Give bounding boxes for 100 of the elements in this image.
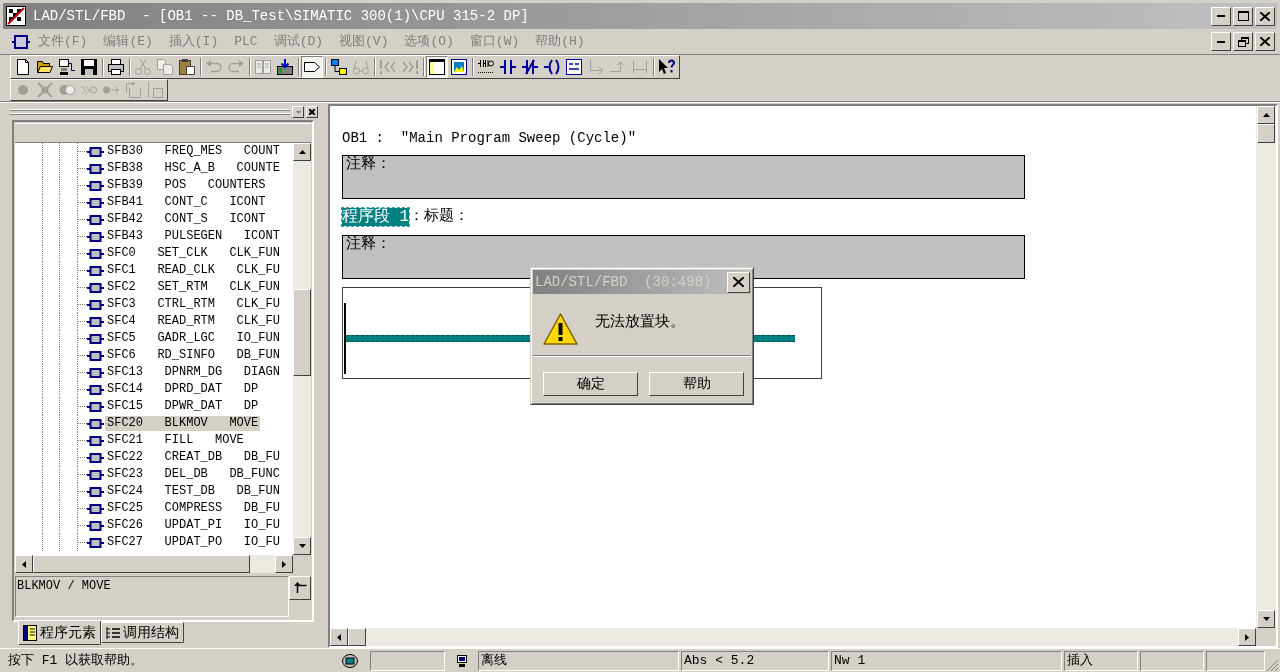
tree-item[interactable]: SFC4 READ_RTM CLK_FU	[105, 314, 282, 329]
tree-item[interactable]: SFC3 CTRL_RTM CLK_FU	[105, 297, 282, 312]
close-button[interactable]	[727, 271, 750, 293]
list-icon	[106, 625, 120, 640]
tree-item[interactable]: SFC27 UPDAT_PO IO_FU	[105, 535, 282, 550]
block-icon	[87, 333, 104, 344]
tree-item[interactable]: SFC23 DEL_DB DB_FUNC	[105, 467, 282, 482]
scroll-left-button[interactable]	[330, 628, 348, 646]
network-title: ：标题：	[409, 208, 470, 226]
restore-button[interactable]	[1233, 32, 1253, 51]
close-button[interactable]	[306, 106, 318, 118]
horizontal-scrollbar[interactable]	[330, 628, 1256, 646]
scroll-down-button[interactable]	[1257, 610, 1275, 628]
save-icon[interactable]	[81, 59, 97, 75]
coil-icon[interactable]	[544, 59, 560, 75]
tree-item[interactable]: SFC26 UPDAT_PI IO_FU	[105, 518, 282, 533]
block-icon	[87, 248, 104, 259]
vertical-scrollbar[interactable]	[1256, 106, 1276, 628]
scroll-up-button[interactable]	[293, 143, 311, 161]
block-icon	[87, 418, 104, 429]
tree-item[interactable]: SFC20 BLKMOV MOVE	[105, 416, 261, 431]
horizontal-scrollbar[interactable]	[15, 555, 293, 573]
close-button[interactable]	[1255, 32, 1275, 51]
help-pointer-icon[interactable]	[659, 59, 675, 75]
tree-item[interactable]: SFC13 DPNRM_DG DIAGN	[105, 365, 282, 380]
clipboard-icon[interactable]	[179, 59, 195, 75]
minimize-icon	[1217, 15, 1225, 17]
block-icon	[87, 435, 104, 446]
close-icon	[1260, 11, 1270, 21]
computer-icon[interactable]	[59, 59, 75, 75]
minimize-button[interactable]	[1211, 6, 1231, 26]
tree-item[interactable]: SFC6 RD_SINFO DB_FUN	[105, 348, 282, 363]
dialog-button[interactable]: 确定	[543, 372, 638, 396]
closed-contact-icon[interactable]	[522, 59, 538, 75]
tree-item[interactable]: SFC25 COMPRESS DB_FU	[105, 501, 282, 516]
scrollbar-thumb[interactable]	[348, 628, 366, 646]
folder-icon[interactable]	[37, 59, 53, 75]
minimize-icon	[1217, 40, 1225, 43]
panel-tab[interactable]: 调用结构	[101, 622, 184, 643]
caret-down-icon	[295, 110, 301, 114]
down-arrow-icon	[1262, 617, 1270, 621]
status-pane	[1206, 650, 1265, 671]
block-icon	[87, 214, 104, 225]
tree-item[interactable]: SFB38 HSC_A_B COUNTE	[105, 161, 282, 176]
new-file-icon[interactable]	[15, 59, 31, 75]
block-icon	[12, 34, 30, 49]
return-arrow-icon	[293, 582, 307, 594]
scrollbar-thumb[interactable]	[1257, 124, 1275, 143]
block-icon	[87, 197, 104, 208]
grip-handle[interactable]	[10, 109, 290, 115]
vertical-scrollbar[interactable]	[293, 143, 311, 555]
block-icon	[87, 469, 104, 480]
block-icon	[87, 503, 104, 514]
tree-item[interactable]: SFC24 TEST_DB DB_FUN	[105, 484, 282, 499]
scroll-right-button[interactable]	[1238, 628, 1256, 646]
tree-item[interactable]: SFB30 FREQ_MES COUNT	[105, 144, 282, 159]
jump-button[interactable]	[289, 576, 311, 600]
maximize-button[interactable]	[1233, 6, 1253, 26]
close-icon	[733, 277, 744, 287]
panel-tab[interactable]: 程序元素	[18, 621, 101, 645]
resize-grip-icon	[1267, 660, 1278, 671]
tree-item[interactable]: SFC14 DPRD_DAT DP	[105, 382, 261, 397]
tree-item[interactable]: SFC22 CREAT_DB DB_FU	[105, 450, 282, 465]
tree-item[interactable]: SFC5 GADR_LGC IO_FUN	[105, 331, 282, 346]
close-icon	[1260, 37, 1270, 46]
status-pane: 插入	[1064, 650, 1138, 671]
tree-item[interactable]: SFC1 READ_CLK CLK_FU	[105, 263, 282, 278]
contact-row-icon[interactable]	[478, 59, 494, 75]
block-icon	[87, 146, 104, 157]
image-icon[interactable]	[451, 59, 467, 75]
book-icon	[23, 625, 37, 641]
status-pane: Abs < 5.2	[681, 650, 829, 671]
maximize-icon	[1237, 11, 1249, 21]
app-icon	[6, 6, 26, 26]
scroll-down-button[interactable]	[293, 537, 311, 555]
tree-item[interactable]: SFC2 SET_RTM CLK_FUN	[105, 280, 282, 295]
comment-field[interactable]: 注释：	[342, 155, 1025, 199]
close-button[interactable]	[1255, 6, 1275, 26]
scroll-right-button[interactable]	[275, 555, 293, 573]
scroll-up-button[interactable]	[1257, 106, 1275, 124]
tree-item[interactable]: SFB41 CONT_C ICONT	[105, 195, 268, 210]
tree-item[interactable]: SFC15 DPWR_DAT DP	[105, 399, 261, 414]
function-box-icon[interactable]	[566, 59, 582, 75]
minimize-button[interactable]	[1211, 32, 1231, 51]
scrollbar-thumb[interactable]	[33, 555, 250, 573]
dropdown-button[interactable]	[292, 106, 304, 118]
tree-item[interactable]: SFB42 CONT_S ICONT	[105, 212, 268, 227]
block-icon	[87, 520, 104, 531]
printer-icon[interactable]	[108, 59, 124, 75]
scroll-left-button[interactable]	[15, 555, 33, 573]
status-icon	[342, 653, 358, 668]
download-icon[interactable]	[277, 59, 293, 75]
network-icon[interactable]	[331, 59, 347, 75]
tree-item[interactable]: SFC0 SET_CLK CLK_FUN	[105, 246, 282, 261]
network-label[interactable]: 程序段 1	[342, 208, 410, 226]
status-pane	[1140, 650, 1204, 671]
scrollbar-thumb[interactable]	[293, 289, 311, 376]
contact-icon[interactable]	[500, 59, 516, 75]
block-icon	[87, 180, 104, 191]
dialog-button[interactable]: 帮助	[649, 372, 744, 396]
